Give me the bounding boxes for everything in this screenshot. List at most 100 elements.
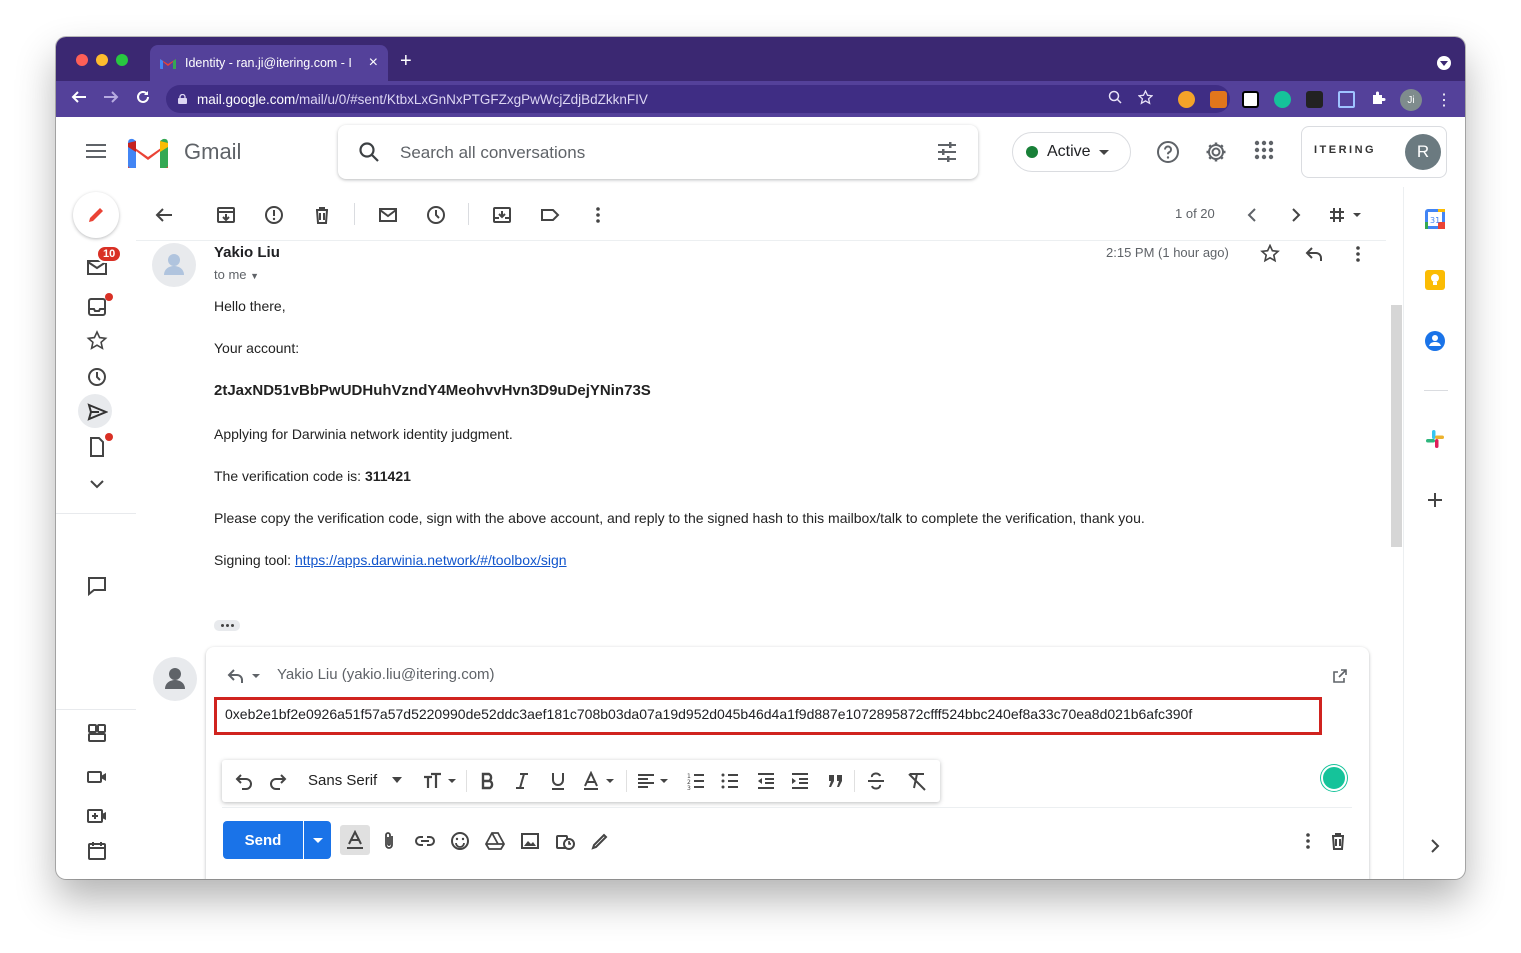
formatting-options-toggle[interactable] [340,825,370,855]
zoom-icon[interactable] [1108,90,1122,104]
label-icon[interactable] [540,205,560,225]
discard-draft-icon[interactable] [1328,831,1348,851]
sender-avatar[interactable] [152,243,196,287]
undo-icon[interactable] [234,771,254,791]
drafts-icon[interactable] [86,436,108,458]
input-tools-icon[interactable] [1326,205,1364,225]
address-bar[interactable]: mail.google.com /mail/u/0/#sent/KtbxLxGn… [166,85,1230,113]
slack-icon[interactable] [1424,428,1446,450]
signature-pen-icon[interactable] [590,831,610,851]
align-icon[interactable] [636,771,672,791]
search-options-icon[interactable] [936,141,958,163]
reply-body-input[interactable]: 0xeb2e1bf2e0926a51f57a57d5220990de52ddc3… [214,697,1322,735]
main-menu-icon[interactable] [86,144,106,158]
show-trimmed-content-button[interactable] [214,620,240,631]
recipient-details-toggle[interactable]: to me ▼ [214,267,259,282]
reply-recipient[interactable]: Yakio Liu (yakio.liu@itering.com) [277,666,495,683]
snoozed-clock-icon[interactable] [86,366,108,388]
tab-gmail[interactable]: Identity - ran.ji@itering.com - I × [150,45,388,81]
text-size-icon[interactable] [422,771,458,791]
extensions-puzzle-icon[interactable] [1370,90,1386,106]
google-contacts-icon[interactable] [1424,330,1446,352]
more-options-icon[interactable] [588,205,608,225]
reply-icon[interactable] [1304,244,1324,264]
text-color-icon[interactable] [582,771,618,791]
sender-name[interactable]: Yakio Liu [214,244,280,261]
archive-icon[interactable] [216,205,236,225]
reply-type-icon[interactable] [226,667,266,685]
back-to-list-icon[interactable] [154,205,174,225]
forward-icon[interactable] [102,88,120,106]
show-side-panel-chevron-icon[interactable] [1424,835,1446,857]
new-tab-button[interactable]: + [400,50,412,73]
delete-trash-icon[interactable] [312,205,332,225]
send-button[interactable]: Send [223,821,303,859]
extension-cursor-icon[interactable] [1338,91,1355,108]
numbered-list-icon[interactable]: 123 [686,771,706,791]
italic-icon[interactable] [512,771,532,791]
search-icon[interactable] [358,141,380,163]
grammarly-extension-icon[interactable] [1274,91,1291,108]
compose-button[interactable] [73,192,119,238]
chevron-down-icon[interactable] [392,777,402,783]
metamask-extension-icon[interactable] [1210,91,1227,108]
pop-out-icon[interactable] [1332,668,1348,684]
spaces-icon[interactable] [86,722,108,744]
google-calendar-icon[interactable]: 31 [1424,208,1446,230]
font-family-select[interactable]: Sans Serif [308,772,377,789]
signing-tool-link[interactable]: https://apps.darwinia.network/#/toolbox/… [295,552,567,568]
account-switcher[interactable]: ITERING R [1301,126,1447,178]
confidential-mode-icon[interactable] [554,831,576,851]
bold-icon[interactable] [478,771,498,791]
google-drive-icon[interactable] [485,831,505,851]
settings-gear-icon[interactable] [1204,140,1228,164]
older-chevron-right-icon[interactable] [1286,205,1306,225]
status-dropdown[interactable]: Active [1012,132,1131,172]
back-icon[interactable] [70,88,88,106]
inbox-tray-icon[interactable] [86,296,108,318]
scrollbar-thumb[interactable] [1391,305,1402,547]
new-meeting-icon[interactable] [86,805,108,827]
apps-grid-icon[interactable] [1254,140,1274,160]
insert-link-icon[interactable] [414,831,436,851]
starred-icon[interactable] [86,330,108,352]
send-options-button[interactable] [304,821,331,859]
notion-extension-icon[interactable] [1242,91,1259,108]
bookmark-star-icon[interactable] [1138,90,1153,105]
tab-close-icon[interactable]: × [369,54,378,72]
extension-cube-icon[interactable] [1306,91,1323,108]
more-chevron-down-icon[interactable] [86,473,108,495]
underline-icon[interactable] [548,771,568,791]
calendar-icon[interactable] [86,840,108,862]
indent-less-icon[interactable] [756,771,776,791]
zoom-window-button[interactable] [116,54,128,66]
browser-menu-icon[interactable]: ⋮ [1436,90,1452,110]
indent-more-icon[interactable] [790,771,810,791]
tab-search-icon[interactable] [1437,56,1451,70]
reload-icon[interactable] [134,88,152,106]
star-icon[interactable] [1260,244,1280,264]
browser-profile-avatar[interactable]: Ji [1400,89,1422,111]
strikethrough-icon[interactable] [866,771,886,791]
message-more-icon[interactable] [1348,244,1368,264]
snooze-icon[interactable] [426,205,446,225]
mark-unread-icon[interactable] [378,205,398,225]
insert-photo-icon[interactable] [520,831,540,851]
remove-formatting-icon[interactable] [906,771,928,791]
meet-video-icon[interactable] [86,766,108,788]
chat-icon[interactable] [86,575,108,597]
search-input[interactable]: Search all conversations [400,143,585,163]
redo-icon[interactable] [268,771,288,791]
minimize-window-button[interactable] [96,54,108,66]
move-to-icon[interactable] [492,205,512,225]
account-avatar[interactable]: R [1405,134,1441,170]
search-bar[interactable]: Search all conversations [338,125,978,179]
compose-more-options-icon[interactable] [1300,831,1316,851]
get-addons-plus-icon[interactable] [1424,489,1446,511]
newer-chevron-left-icon[interactable] [1242,205,1262,225]
quote-icon[interactable] [826,771,846,791]
sent-icon[interactable] [86,401,108,423]
attach-file-icon[interactable] [380,831,398,851]
report-spam-icon[interactable] [264,205,284,225]
close-window-button[interactable] [76,54,88,66]
